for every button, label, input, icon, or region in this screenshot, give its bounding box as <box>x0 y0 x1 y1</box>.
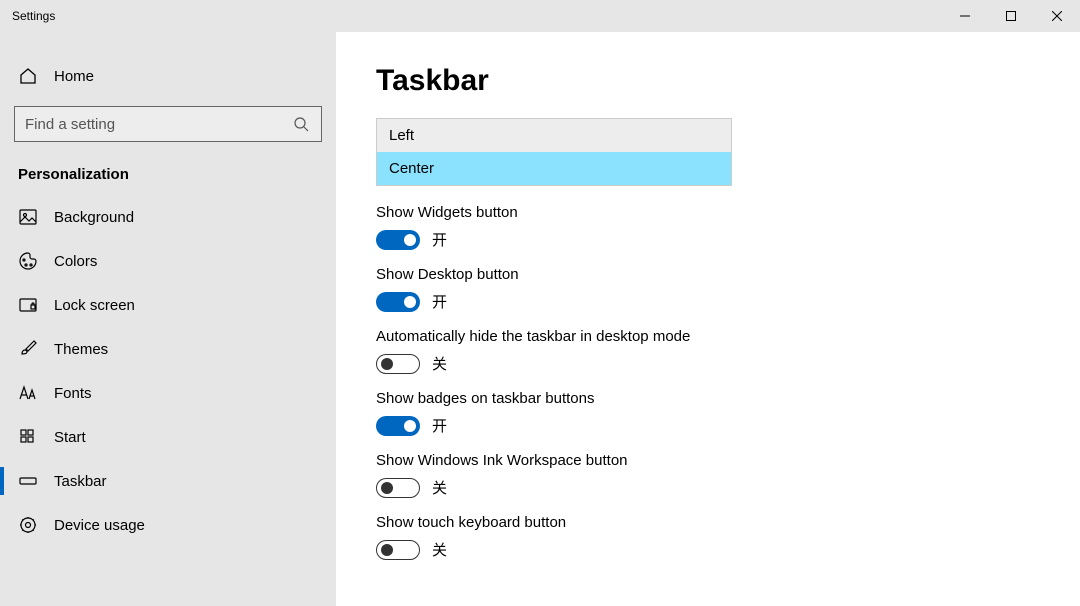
sidebar-item-deviceusage[interactable]: Device usage <box>0 503 336 547</box>
sidebar-category: Personalization <box>0 154 336 195</box>
sidebar-home-label: Home <box>54 68 94 85</box>
toggle-state: 开 <box>432 291 447 312</box>
maximize-button[interactable] <box>988 0 1034 32</box>
start-icon <box>18 427 38 447</box>
taskbar-icon <box>18 471 38 491</box>
toggle-state: 开 <box>432 229 447 250</box>
sidebar-item-label: Fonts <box>54 385 92 402</box>
close-button[interactable] <box>1034 0 1080 32</box>
toggle-badges[interactable] <box>376 416 420 436</box>
sidebar-home[interactable]: Home <box>0 56 336 96</box>
lock-icon <box>18 295 38 315</box>
toggle-touchkb[interactable] <box>376 540 420 560</box>
page-title: Taskbar <box>376 64 1080 98</box>
sidebar-item-fonts[interactable]: Fonts <box>0 371 336 415</box>
titlebar: Settings <box>0 0 1080 32</box>
setting-label: Show Desktop button <box>376 266 1080 283</box>
sidebar-item-label: Lock screen <box>54 297 135 314</box>
toggle-state: 关 <box>432 353 447 374</box>
toggle-ink[interactable] <box>376 478 420 498</box>
alignment-select[interactable]: Left Center <box>376 118 732 186</box>
search-icon <box>291 114 311 134</box>
sidebar-item-label: Taskbar <box>54 473 107 490</box>
sidebar-item-colors[interactable]: Colors <box>0 239 336 283</box>
setting-label: Automatically hide the taskbar in deskto… <box>376 328 1080 345</box>
brush-icon <box>18 339 38 359</box>
setting-label: Show touch keyboard button <box>376 514 1080 531</box>
setting-label: Show Windows Ink Workspace button <box>376 452 1080 469</box>
sidebar-item-label: Background <box>54 209 134 226</box>
toggle-desktop[interactable] <box>376 292 420 312</box>
sidebar-item-label: Colors <box>54 253 97 270</box>
toggle-state: 开 <box>432 415 447 436</box>
alignment-option-left[interactable]: Left <box>377 119 731 152</box>
sidebar-item-label: Start <box>54 429 86 446</box>
sidebar-item-label: Themes <box>54 341 108 358</box>
toggle-widgets[interactable] <box>376 230 420 250</box>
palette-icon <box>18 251 38 271</box>
setting-label: Show Widgets button <box>376 204 1080 221</box>
content-area: Taskbar Left Center Show Widgets button … <box>336 32 1080 606</box>
toggle-state: 关 <box>432 539 447 560</box>
setting-label: Show badges on taskbar buttons <box>376 390 1080 407</box>
toggle-state: 关 <box>432 477 447 498</box>
device-icon <box>18 515 38 535</box>
search-input[interactable]: Find a setting <box>14 106 322 142</box>
sidebar-item-label: Device usage <box>54 517 145 534</box>
font-icon <box>18 383 38 403</box>
picture-icon <box>18 207 38 227</box>
minimize-button[interactable] <box>942 0 988 32</box>
home-icon <box>18 66 38 86</box>
alignment-option-center[interactable]: Center <box>377 152 731 185</box>
window-controls <box>942 0 1080 32</box>
sidebar-item-taskbar[interactable]: Taskbar <box>0 459 336 503</box>
window-title: Settings <box>0 9 55 23</box>
sidebar-item-start[interactable]: Start <box>0 415 336 459</box>
search-placeholder: Find a setting <box>25 116 115 133</box>
sidebar-item-themes[interactable]: Themes <box>0 327 336 371</box>
sidebar-item-lockscreen[interactable]: Lock screen <box>0 283 336 327</box>
sidebar-item-background[interactable]: Background <box>0 195 336 239</box>
toggle-autohide[interactable] <box>376 354 420 374</box>
sidebar: Home Find a setting Personalization Back… <box>0 32 336 606</box>
